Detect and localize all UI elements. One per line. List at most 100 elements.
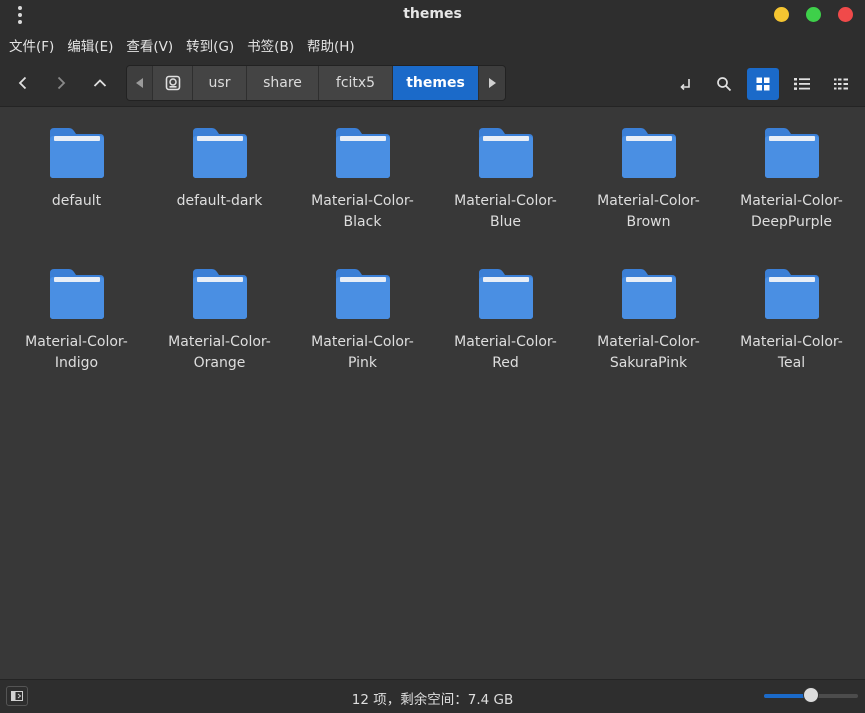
- folder-icon: [335, 128, 390, 178]
- file-item[interactable]: Material-Color- DeepPurple: [720, 120, 863, 261]
- up-button[interactable]: [85, 68, 115, 98]
- breadcrumb-usr[interactable]: usr: [193, 66, 247, 100]
- folder-icon: [621, 128, 676, 178]
- file-item[interactable]: Material-Color- Orange: [148, 261, 291, 402]
- file-name-line2: Black: [343, 214, 382, 230]
- folder-icon: [49, 128, 104, 178]
- file-name-line1: Material-Color-: [454, 193, 557, 209]
- file-name: Material-Color- Red: [446, 332, 566, 374]
- file-item[interactable]: Material-Color- Pink: [291, 261, 434, 402]
- breadcrumb-scroll-right[interactable]: [479, 66, 505, 100]
- file-item[interactable]: default: [5, 120, 148, 261]
- disk-icon: [165, 75, 180, 91]
- file-name-line1: Material-Color-: [597, 334, 700, 350]
- file-item[interactable]: default-dark: [148, 120, 291, 261]
- minimize-button[interactable]: [774, 7, 789, 22]
- file-name-line1: Material-Color-: [168, 334, 271, 350]
- folder-icon: [621, 269, 676, 319]
- enter-icon: [680, 79, 690, 91]
- file-name: Material-Color- Black: [303, 191, 423, 233]
- folder-icon: [49, 269, 104, 319]
- menu-bookmarks[interactable]: 书签(B): [241, 35, 300, 55]
- chevron-left-icon: [18, 76, 27, 90]
- file-grid: default default-dark Material-Color- Black M…: [5, 120, 863, 402]
- open-terminal-button[interactable]: [669, 68, 701, 100]
- back-button[interactable]: [8, 68, 38, 98]
- status-bar: 12 项，剩余空间：7.4 GB: [0, 679, 865, 713]
- file-name-line1: default: [51, 193, 102, 209]
- file-name-line2: SakuraPink: [609, 355, 688, 371]
- file-name-line1: Material-Color-: [311, 193, 414, 209]
- search-icon: [717, 77, 732, 92]
- file-item[interactable]: Material-Color- Blue: [434, 120, 577, 261]
- file-name: Material-Color- Teal: [732, 332, 852, 374]
- breadcrumb-fcitx5[interactable]: fcitx5: [319, 66, 393, 100]
- compact-view-button[interactable]: [825, 68, 857, 100]
- search-button[interactable]: [708, 68, 740, 100]
- folder-icon: [764, 128, 819, 178]
- title-bar: themes: [0, 0, 865, 30]
- file-name: Material-Color- Indigo: [17, 332, 137, 374]
- folder-icon: [764, 269, 819, 319]
- forward-button[interactable]: [46, 68, 76, 98]
- file-name-line2: Indigo: [54, 355, 99, 371]
- window-title: themes: [403, 6, 462, 22]
- file-name-line1: Material-Color-: [740, 193, 843, 209]
- breadcrumb-themes[interactable]: themes: [393, 66, 479, 100]
- file-name: Material-Color- DeepPurple: [732, 191, 852, 233]
- grid-icon: [756, 77, 770, 91]
- folder-icon: [192, 128, 247, 178]
- menu-file[interactable]: 文件(F): [3, 35, 60, 55]
- chevron-up-icon: [93, 79, 107, 87]
- icon-view-button[interactable]: [747, 68, 779, 100]
- file-name-line2: Orange: [193, 355, 246, 371]
- file-item[interactable]: Material-Color- Teal: [720, 261, 863, 402]
- file-name-line1: default-dark: [176, 193, 263, 209]
- menu-view[interactable]: 查看(V): [120, 35, 179, 55]
- zoom-slider[interactable]: [764, 687, 858, 705]
- menu-bar: 文件(F) 编辑(E) 查看(V) 转到(G) 书签(B) 帮助(H): [0, 30, 865, 60]
- close-button[interactable]: [838, 7, 853, 22]
- triangle-right-icon: [489, 78, 496, 88]
- file-item[interactable]: Material-Color- Black: [291, 120, 434, 261]
- file-name-line2: Blue: [490, 214, 521, 230]
- folder-icon: [478, 269, 533, 319]
- zoom-slider-handle[interactable]: [803, 687, 819, 703]
- breadcrumb-share[interactable]: share: [247, 66, 319, 100]
- folder-icon: [192, 269, 247, 319]
- file-item[interactable]: Material-Color- SakuraPink: [577, 261, 720, 402]
- file-name: default: [17, 191, 137, 212]
- list-view-button[interactable]: [786, 68, 818, 100]
- file-name-line1: Material-Color-: [311, 334, 414, 350]
- menu-help[interactable]: 帮助(H): [301, 35, 361, 55]
- status-text: 12 项，剩余空间：7.4 GB: [351, 692, 514, 708]
- file-name: Material-Color- Blue: [446, 191, 566, 233]
- breadcrumb-scroll-left[interactable]: [127, 66, 153, 100]
- list-icon: [794, 78, 810, 90]
- compact-list-icon: [834, 78, 848, 90]
- file-name-line1: Material-Color-: [740, 334, 843, 350]
- file-name: Material-Color- Brown: [589, 191, 709, 233]
- file-name-line1: Material-Color-: [25, 334, 128, 350]
- file-item[interactable]: Material-Color- Brown: [577, 120, 720, 261]
- triangle-left-icon: [135, 78, 143, 88]
- file-name: default-dark: [160, 191, 280, 212]
- file-name-line2: Red: [492, 355, 519, 371]
- file-name-line2: Pink: [347, 355, 377, 371]
- file-name-line1: Material-Color-: [597, 193, 700, 209]
- menu-edit[interactable]: 编辑(E): [61, 35, 119, 55]
- chevron-right-icon: [57, 76, 66, 90]
- file-item[interactable]: Material-Color- Indigo: [5, 261, 148, 402]
- menu-go[interactable]: 转到(G): [180, 35, 240, 55]
- breadcrumb-root[interactable]: [153, 66, 193, 100]
- file-name: Material-Color- SakuraPink: [589, 332, 709, 374]
- file-name: Material-Color- Pink: [303, 332, 423, 374]
- breadcrumb: usr share fcitx5 themes: [126, 65, 506, 101]
- toolbar: usr share fcitx5 themes: [0, 60, 865, 107]
- file-name-line2: DeepPurple: [750, 214, 833, 230]
- maximize-button[interactable]: [806, 7, 821, 22]
- file-item[interactable]: Material-Color- Red: [434, 261, 577, 402]
- file-name-line2: Teal: [777, 355, 806, 371]
- folder-icon: [478, 128, 533, 178]
- file-name: Material-Color- Orange: [160, 332, 280, 374]
